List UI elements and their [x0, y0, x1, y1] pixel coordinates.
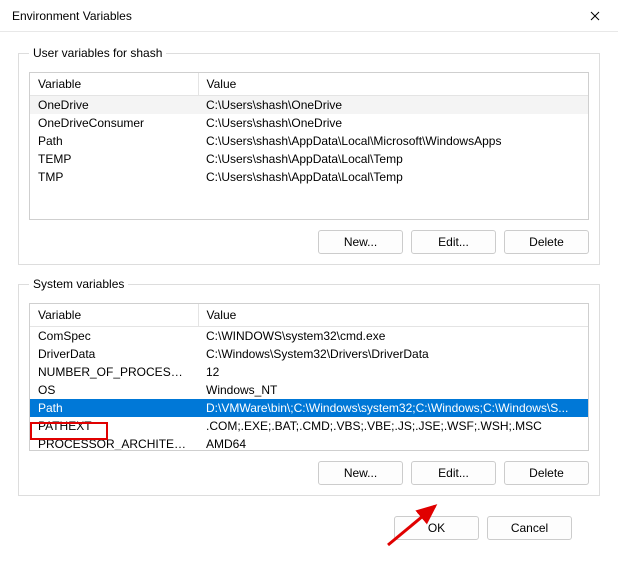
system-button-row: New... Edit... Delete [29, 461, 589, 485]
table-row[interactable]: OneDriveC:\Users\shash\OneDrive [30, 96, 588, 115]
table-row[interactable]: PATHEXT.COM;.EXE;.BAT;.CMD;.VBS;.VBE;.JS… [30, 417, 588, 435]
table-row[interactable]: TEMPC:\Users\shash\AppData\Local\Temp [30, 150, 588, 168]
cell-value: C:\Users\shash\OneDrive [198, 114, 588, 132]
cell-value: C:\Windows\System32\Drivers\DriverData [198, 345, 588, 363]
cell-variable: DriverData [30, 345, 198, 363]
cell-variable: Path [30, 399, 198, 417]
cell-variable: PROCESSOR_ARCHITECTURE [30, 435, 198, 451]
user-button-row: New... Edit... Delete [29, 230, 589, 254]
window-title: Environment Variables [12, 9, 132, 23]
system-variables-group: System variables Variable Value ComSpecC… [18, 277, 600, 496]
cell-variable: OS [30, 381, 198, 399]
table-row[interactable]: PathD:\VMWare\bin\;C:\Windows\system32;C… [30, 399, 588, 417]
cell-value: AMD64 [198, 435, 588, 451]
user-new-button[interactable]: New... [318, 230, 403, 254]
cell-value: .COM;.EXE;.BAT;.CMD;.VBS;.VBE;.JS;.JSE;.… [198, 417, 588, 435]
table-row[interactable]: OSWindows_NT [30, 381, 588, 399]
cell-value: D:\VMWare\bin\;C:\Windows\system32;C:\Wi… [198, 399, 588, 417]
user-col-variable[interactable]: Variable [30, 73, 198, 96]
system-new-button[interactable]: New... [318, 461, 403, 485]
cell-variable: Path [30, 132, 198, 150]
cell-value: C:\Users\shash\OneDrive [198, 96, 588, 115]
system-variables-table: Variable Value ComSpecC:\WINDOWS\system3… [30, 304, 588, 451]
cell-value: 12 [198, 363, 588, 381]
cell-variable: TEMP [30, 150, 198, 168]
cell-value: Windows_NT [198, 381, 588, 399]
ok-button[interactable]: OK [394, 516, 479, 540]
close-button[interactable] [572, 0, 618, 32]
user-edit-button[interactable]: Edit... [411, 230, 496, 254]
table-row[interactable]: NUMBER_OF_PROCESSORS12 [30, 363, 588, 381]
user-variables-group: User variables for shash Variable Value … [18, 46, 600, 265]
cell-variable: PATHEXT [30, 417, 198, 435]
user-delete-button[interactable]: Delete [504, 230, 589, 254]
table-row[interactable]: ComSpecC:\WINDOWS\system32\cmd.exe [30, 327, 588, 346]
system-variables-legend: System variables [29, 277, 128, 291]
cell-variable: NUMBER_OF_PROCESSORS [30, 363, 198, 381]
cell-variable: OneDriveConsumer [30, 114, 198, 132]
table-row[interactable]: DriverDataC:\Windows\System32\Drivers\Dr… [30, 345, 588, 363]
cell-variable: OneDrive [30, 96, 198, 115]
user-variables-table: Variable Value OneDriveC:\Users\shash\On… [30, 73, 588, 186]
user-variables-table-wrap[interactable]: Variable Value OneDriveC:\Users\shash\On… [29, 72, 589, 220]
system-edit-button[interactable]: Edit... [411, 461, 496, 485]
cell-value: C:\Users\shash\AppData\Local\Temp [198, 168, 588, 186]
cell-value: C:\WINDOWS\system32\cmd.exe [198, 327, 588, 346]
table-row[interactable]: PathC:\Users\shash\AppData\Local\Microso… [30, 132, 588, 150]
table-row[interactable]: TMPC:\Users\shash\AppData\Local\Temp [30, 168, 588, 186]
cell-variable: ComSpec [30, 327, 198, 346]
table-row[interactable]: OneDriveConsumerC:\Users\shash\OneDrive [30, 114, 588, 132]
cell-value: C:\Users\shash\AppData\Local\Microsoft\W… [198, 132, 588, 150]
user-col-value[interactable]: Value [198, 73, 588, 96]
system-variables-table-wrap[interactable]: Variable Value ComSpecC:\WINDOWS\system3… [29, 303, 589, 451]
user-variables-legend: User variables for shash [29, 46, 166, 60]
sys-col-value[interactable]: Value [198, 304, 588, 327]
system-delete-button[interactable]: Delete [504, 461, 589, 485]
cancel-button[interactable]: Cancel [487, 516, 572, 540]
sys-col-variable[interactable]: Variable [30, 304, 198, 327]
titlebar: Environment Variables [0, 0, 618, 32]
dialog-button-row: OK Cancel [18, 508, 600, 540]
close-icon [590, 11, 600, 21]
cell-value: C:\Users\shash\AppData\Local\Temp [198, 150, 588, 168]
table-row[interactable]: PROCESSOR_ARCHITECTUREAMD64 [30, 435, 588, 451]
cell-variable: TMP [30, 168, 198, 186]
dialog-content: User variables for shash Variable Value … [0, 32, 618, 540]
